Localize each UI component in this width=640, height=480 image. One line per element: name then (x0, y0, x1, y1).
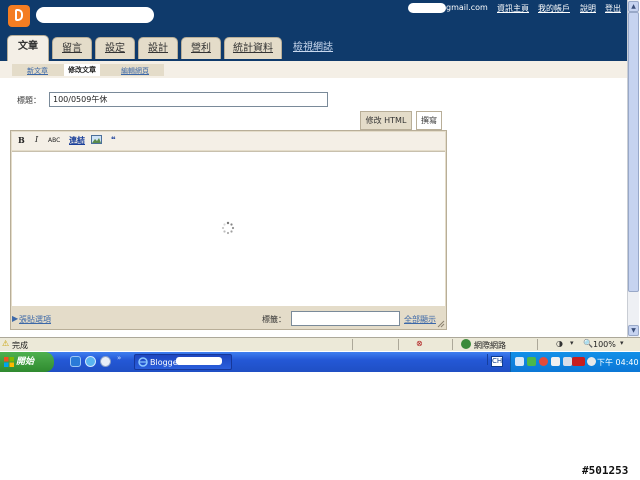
show-all-labels-link[interactable]: 全部顯示 (404, 314, 436, 325)
subnav-new-post[interactable]: 新文章 (27, 66, 48, 76)
mail-icon[interactable] (85, 356, 96, 367)
labels-input[interactable] (291, 311, 400, 326)
loading-spinner-icon (221, 221, 235, 235)
quote-button[interactable]: ❝ (111, 135, 116, 147)
chevron-down-icon[interactable]: ▾ (570, 339, 574, 347)
watermark-text: #501253 (582, 464, 629, 477)
windows-flag-icon (4, 357, 14, 367)
status-divider (352, 339, 353, 350)
blog-title-redacted (36, 7, 154, 23)
scroll-thumb[interactable] (628, 12, 639, 292)
labels-label: 標籤： (262, 315, 286, 324)
status-divider (537, 339, 538, 350)
speaker-icon[interactable] (587, 357, 596, 366)
title-label: 標題： (17, 96, 41, 105)
status-text: 完成 (12, 341, 28, 350)
account-email-redacted (408, 3, 446, 13)
link-button[interactable]: 連結 (69, 135, 85, 147)
scroll-down-icon[interactable]: ▼ (628, 325, 639, 336)
sign-out-link[interactable]: 登出 (605, 3, 621, 14)
tab-settings[interactable]: 設定 (95, 37, 135, 59)
security-icon[interactable] (527, 357, 536, 366)
ati-icon[interactable] (572, 357, 585, 366)
status-divider (452, 339, 453, 350)
browser-window-icon (138, 357, 148, 367)
spellcheck-button[interactable]: ABC (48, 137, 60, 149)
tab-comments[interactable]: 留言 (52, 37, 92, 59)
browser-status-bar (0, 337, 640, 351)
tab-layout[interactable]: 設計 (138, 37, 178, 59)
privacy-icon[interactable]: ⊗ (416, 339, 423, 348)
ie-icon[interactable] (70, 356, 81, 367)
internet-zone-icon (461, 339, 471, 349)
post-title-input[interactable] (49, 92, 328, 107)
image-icon[interactable] (91, 135, 102, 147)
italic-button[interactable]: I (35, 135, 38, 147)
taskbar-divider (487, 354, 488, 365)
expand-triangle-icon[interactable]: ▶ (12, 314, 18, 323)
zoom-magnifier-icon[interactable]: 🔍 (583, 339, 593, 348)
media-icon[interactable] (100, 356, 111, 367)
resize-grip-icon[interactable] (436, 319, 445, 328)
dashboard-link[interactable]: 資訊主頁 (497, 3, 529, 14)
edit-html-tab[interactable]: 修改 HTML (360, 111, 412, 130)
zoom-level[interactable]: 100% (593, 340, 616, 349)
scroll-up-icon[interactable]: ▲ (628, 1, 639, 12)
security-zone-text: 網際網路 (474, 341, 506, 350)
device-icon[interactable] (563, 357, 572, 366)
compose-tab[interactable]: 撰寫 (416, 111, 442, 130)
subnav-edit-posts[interactable]: 修改文章 (64, 64, 100, 76)
blogger-logo-icon[interactable] (8, 5, 30, 27)
tab-stats[interactable]: 統計資料 (224, 37, 282, 59)
network-icon[interactable] (515, 357, 524, 366)
tab-view-blog[interactable]: 檢視網誌 (288, 37, 338, 59)
zoom-chevron-down-icon[interactable]: ▾ (620, 339, 624, 347)
bold-button[interactable]: B (18, 135, 25, 147)
window-title-redacted (176, 357, 222, 365)
language-bar-icon[interactable]: CH (491, 356, 503, 367)
post-options-link[interactable]: 張貼選項 (19, 314, 51, 325)
quick-launch-chevron-icon[interactable]: » (117, 354, 121, 362)
account-email: gmail.com (446, 3, 488, 12)
my-account-link[interactable]: 我的帳戶 (538, 3, 570, 14)
volume-icon[interactable] (551, 357, 560, 366)
taskbar-clock[interactable]: 下午 04:40 (597, 357, 639, 368)
warning-icon: ⚠ (2, 339, 10, 348)
help-link[interactable]: 說明 (580, 3, 596, 14)
subnav-edit-pages[interactable]: 編輯網頁 (121, 66, 149, 76)
antivirus-icon[interactable] (539, 357, 548, 366)
status-divider (398, 339, 399, 350)
tab-posting[interactable]: 文章 (7, 35, 49, 61)
protected-mode-icon[interactable]: ◑ (556, 339, 563, 348)
tab-monetize[interactable]: 營利 (181, 37, 221, 59)
